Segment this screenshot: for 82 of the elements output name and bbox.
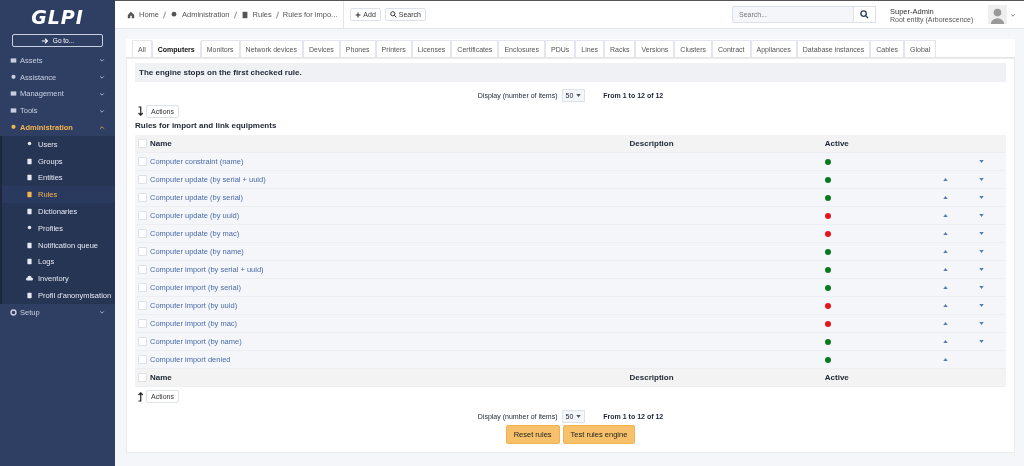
logo[interactable]: GLPI: [0, 0, 115, 34]
move-up-icon[interactable]: [943, 340, 949, 343]
menu-icon: [26, 191, 33, 199]
move-down-icon[interactable]: [979, 178, 985, 181]
move-down-icon[interactable]: [979, 304, 985, 307]
menu-icon: [10, 90, 17, 98]
move-up-icon[interactable]: [943, 196, 949, 199]
column-header: Name: [150, 135, 630, 153]
chevron-icon: [99, 309, 105, 316]
avatar-icon[interactable]: [988, 5, 1007, 24]
search-icon: [389, 11, 397, 18]
chevron-icon: [99, 57, 105, 64]
select-all-checkbox[interactable]: [138, 139, 147, 148]
arrow-down-icon: [137, 106, 143, 117]
move-up-icon[interactable]: [943, 250, 949, 253]
caret-icon: [576, 415, 582, 418]
select-all-checkbox[interactable]: [138, 373, 147, 382]
row-checkbox[interactable]: [138, 211, 147, 220]
arrow-up-icon: [137, 391, 143, 402]
search-icon: [860, 10, 869, 19]
move-up-icon[interactable]: [943, 232, 949, 235]
caret-icon: [576, 94, 582, 97]
notice: The engine stops on the first checked rule.: [135, 63, 1006, 82]
move-up-icon[interactable]: [943, 268, 949, 271]
move-down-icon[interactable]: [979, 268, 985, 271]
menu-icon: [26, 140, 33, 148]
menu-icon: [10, 56, 17, 64]
separator-icon: [233, 10, 237, 19]
search-button[interactable]: [854, 6, 876, 23]
row-checkbox[interactable]: [138, 265, 147, 274]
column-header: Active: [824, 135, 940, 153]
separator-icon: [163, 10, 166, 19]
column-header: Description: [629, 368, 825, 387]
move-down-icon[interactable]: [979, 322, 985, 325]
user-icon: [170, 10, 178, 19]
move-up-icon[interactable]: [943, 178, 949, 181]
row-checkbox[interactable]: [138, 229, 147, 238]
home-icon: [127, 10, 135, 19]
move-down-icon[interactable]: [979, 250, 985, 253]
row-checkbox[interactable]: [138, 175, 147, 184]
move-down-icon[interactable]: [979, 160, 985, 163]
row-checkbox[interactable]: [138, 301, 147, 310]
column-header: Active: [824, 368, 940, 387]
row-checkbox[interactable]: [138, 247, 147, 256]
move-up-icon[interactable]: [943, 322, 949, 325]
move-down-icon[interactable]: [979, 286, 985, 289]
move-down-icon[interactable]: [979, 232, 985, 235]
move-up-icon[interactable]: [943, 358, 949, 361]
menu-icon: [26, 258, 33, 266]
row-checkbox[interactable]: [138, 283, 147, 292]
menu-icon: [26, 174, 33, 182]
menu-icon: [10, 73, 17, 81]
arrow-right-icon: [40, 36, 49, 45]
user-icon: [10, 124, 17, 132]
move-up-icon[interactable]: [943, 214, 949, 217]
menu-icon: [10, 107, 17, 115]
row-checkbox[interactable]: [138, 157, 147, 166]
chevron-icon: [99, 74, 105, 81]
menu-icon: [26, 275, 33, 283]
chevron-icon[interactable]: [1010, 11, 1016, 18]
row-checkbox[interactable]: [138, 193, 147, 202]
table-title: Rules for import and link equipments: [135, 120, 278, 132]
column-header: Name: [150, 368, 630, 387]
move-up-icon[interactable]: [943, 286, 949, 289]
menu-icon: [26, 241, 33, 249]
row-checkbox[interactable]: [138, 319, 147, 328]
gear-icon: [10, 308, 17, 316]
move-up-icon[interactable]: [943, 304, 949, 307]
column-header: Description: [629, 135, 825, 153]
move-down-icon[interactable]: [979, 340, 985, 343]
chevron-icon: [99, 124, 105, 131]
menu-icon: [26, 292, 33, 300]
book-icon: [240, 10, 249, 19]
chevron-icon: [99, 107, 105, 114]
move-down-icon[interactable]: [979, 196, 985, 199]
move-down-icon[interactable]: [979, 214, 985, 217]
plus-icon: [355, 11, 362, 18]
separator-icon: [275, 10, 279, 19]
row-checkbox[interactable]: [138, 355, 147, 364]
row-checkbox[interactable]: [138, 337, 147, 346]
chevron-icon: [99, 91, 105, 97]
menu-icon: [26, 157, 33, 165]
